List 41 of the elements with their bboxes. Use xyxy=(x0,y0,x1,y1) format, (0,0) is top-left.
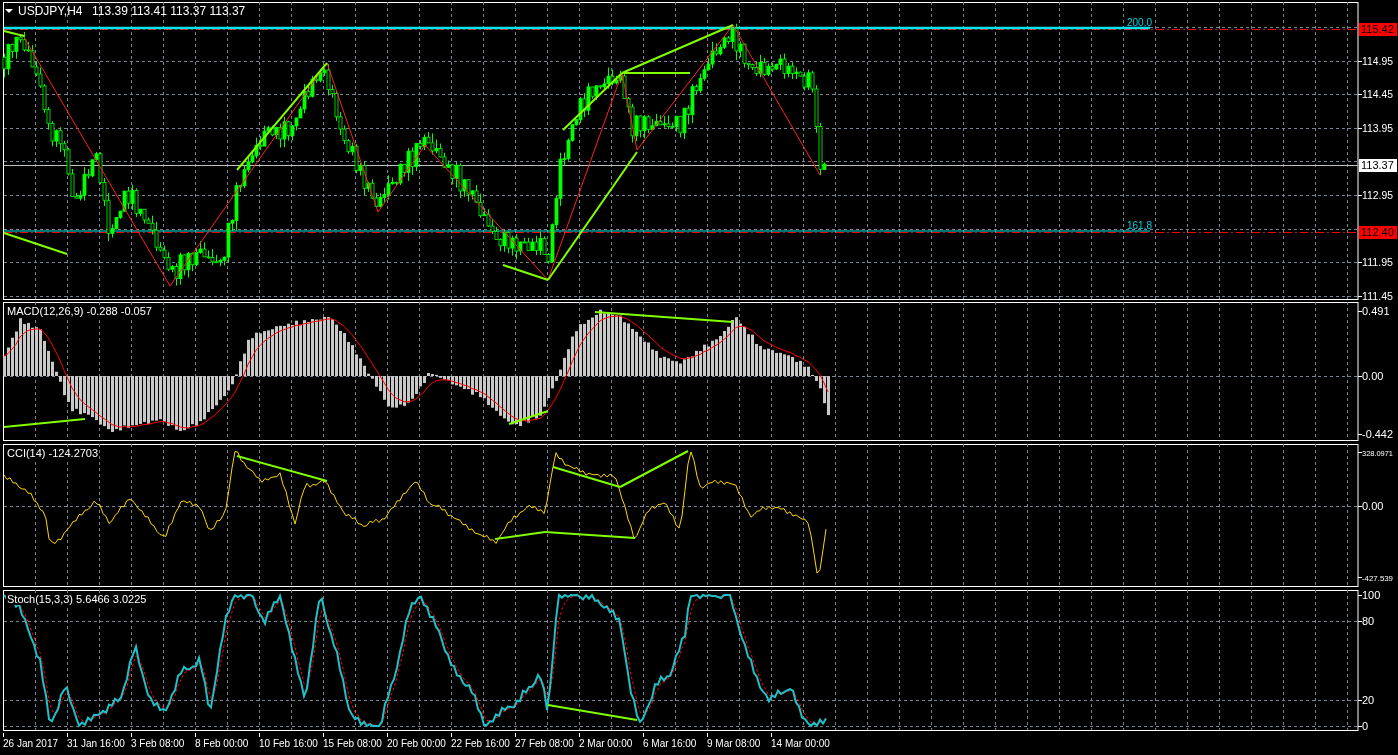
time-label: 27 Feb 08:00 xyxy=(515,738,574,749)
time-label: 15 Feb 08:00 xyxy=(323,738,382,749)
fibonacci-level-label: 161.8 xyxy=(1127,220,1153,231)
trend-line xyxy=(3,232,68,255)
time-label: 8 Feb 00:00 xyxy=(195,738,249,749)
axis-label: 100 xyxy=(1362,589,1381,601)
symbol-title: USDJPY,H4 xyxy=(18,4,83,18)
fibonacci-level-label: 200.0 xyxy=(1127,17,1153,28)
axis-label: 0.491 xyxy=(1362,305,1390,317)
time-label: 6 Mar 16:00 xyxy=(643,738,697,749)
axis-label: 0.00 xyxy=(1362,500,1384,512)
trend-line xyxy=(3,30,25,37)
time-label: 10 Feb 16:00 xyxy=(259,738,318,749)
trend-line xyxy=(508,410,549,425)
indicator-label: MACD(12,26,9) -0.288 -0.057 xyxy=(7,305,152,317)
time-label: 14 Mar 00:00 xyxy=(771,738,830,749)
time-label: 20 Feb 00:00 xyxy=(387,738,446,749)
price-readout: 113.39 113.41 113.37 113.37 xyxy=(92,4,246,18)
axis-label: 114.95 xyxy=(1362,56,1393,67)
axis-label: 0 xyxy=(1362,720,1369,732)
price-tag: 113.37 xyxy=(1359,159,1397,172)
time-label: 9 Mar 08:00 xyxy=(707,738,761,749)
time-label: 22 Feb 16:00 xyxy=(451,738,510,749)
indicator-label: Stoch(15,3,3) 5.6466 3.0225 xyxy=(7,593,147,605)
dropdown-icon[interactable] xyxy=(5,9,13,13)
axis-label: 20 xyxy=(1362,694,1375,706)
axis-label: 111.45 xyxy=(1362,290,1393,301)
time-label: 2 Mar 00:00 xyxy=(579,738,633,749)
time-label: 26 Jan 2017 xyxy=(3,738,59,749)
axis-label: -0.442 xyxy=(1362,428,1393,440)
price-tag: 112.40 xyxy=(1359,226,1397,239)
axis-label: 0.00 xyxy=(1362,370,1384,382)
axis-label: 114.45 xyxy=(1362,89,1393,100)
time-label: 31 Jan 16:00 xyxy=(67,738,125,749)
time-label: 3 Feb 08:00 xyxy=(131,738,185,749)
axis-label: 80 xyxy=(1362,615,1375,627)
axis-label: 112.95 xyxy=(1362,190,1393,201)
indicator-label: CCI(14) -124.2703 xyxy=(7,447,99,459)
axis-label: 111.95 xyxy=(1362,256,1393,268)
price-tag: 115.42 xyxy=(1359,23,1397,36)
axis-label: 113.95 xyxy=(1362,123,1393,134)
